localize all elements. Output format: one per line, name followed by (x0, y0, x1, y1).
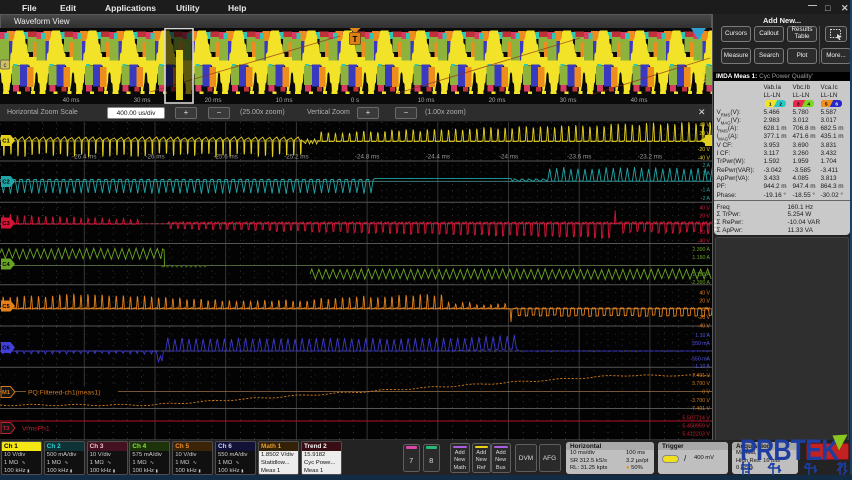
svg-text:10 ms: 10 ms (276, 97, 293, 104)
svg-text:-3.700 V: -3.700 V (690, 398, 710, 404)
svg-text:T3: T3 (3, 426, 11, 432)
svg-text:C1: C1 (2, 139, 10, 145)
svg-text:5.507714 V: 5.507714 V (682, 416, 710, 422)
svg-text:40 ms: 40 ms (63, 97, 80, 104)
svg-text:-1.150 A: -1.150 A (691, 272, 711, 278)
svg-text:4: 4 (807, 102, 810, 107)
svg-text:-1 A: -1 A (701, 188, 711, 194)
svg-text:30 ms: 30 ms (560, 97, 577, 104)
svg-text:-10: -10 (703, 71, 710, 77)
svg-text:3: 3 (796, 102, 799, 107)
svg-text:-40 V: -40 V (698, 238, 711, 244)
svg-text:-550 mA: -550 mA (690, 357, 710, 363)
svg-text:20 V: 20 V (699, 299, 710, 305)
svg-text:5: 5 (824, 102, 827, 107)
svg-text:C3: C3 (2, 221, 10, 227)
svg-text:20 ms: 20 ms (205, 97, 222, 104)
svg-text:c: c (4, 63, 7, 69)
svg-text:-20 V: -20 V (698, 147, 711, 153)
svg-text:-26 ms: -26 ms (145, 154, 164, 161)
svg-text:6: 6 (835, 102, 838, 107)
svg-text:-23.6 ms: -23.6 ms (567, 154, 592, 161)
svg-text:40 ms: 40 ms (631, 97, 648, 104)
svg-text:C5: C5 (2, 304, 10, 310)
svg-text:5.412203 V: 5.412203 V (682, 432, 710, 438)
svg-text:550 mA: 550 mA (692, 341, 710, 347)
svg-text:20 ms: 20 ms (489, 97, 506, 104)
svg-text:C4: C4 (2, 262, 10, 268)
svg-text:-25.6 ms: -25.6 ms (213, 154, 238, 161)
svg-text:7.401 V: 7.401 V (692, 373, 710, 379)
svg-text:PQ:Filtered-ch1(meas1): PQ:Filtered-ch1(meas1) (28, 389, 101, 396)
svg-text:-20 V: -20 V (698, 315, 711, 321)
svg-text:1: 1 (768, 102, 771, 107)
svg-text:C6: C6 (2, 346, 10, 352)
svg-text:-20 V: -20 V (698, 230, 711, 236)
svg-text:-40 V: -40 V (698, 323, 711, 329)
svg-text:3.700 V: 3.700 V (692, 381, 710, 387)
svg-text:2.300 A: 2.300 A (692, 247, 710, 253)
svg-text:0 V: 0 V (702, 222, 710, 228)
svg-text:-7.401 V: -7.401 V (690, 406, 710, 412)
svg-text:1 A: 1 A (703, 171, 711, 177)
svg-text:VrmsPh1: VrmsPh1 (22, 426, 50, 433)
svg-text:2: 2 (779, 102, 782, 107)
svg-text:-1.10 A: -1.10 A (694, 364, 711, 370)
svg-text:0 V: 0 V (702, 390, 710, 396)
svg-text:-2 A: -2 A (701, 196, 711, 202)
svg-text:2 A: 2 A (703, 163, 711, 169)
svg-text:20 V: 20 V (699, 214, 710, 220)
svg-text:1.150 A: 1.150 A (692, 255, 710, 261)
svg-text:-40 V: -40 V (698, 156, 711, 162)
svg-text:T: T (353, 35, 358, 44)
svg-text:1.10 A: 1.10 A (695, 333, 710, 339)
svg-text:-25.2 ms: -25.2 ms (284, 154, 309, 161)
svg-text:-2.300 A: -2.300 A (691, 280, 711, 286)
svg-text:-24.8 ms: -24.8 ms (355, 154, 380, 161)
svg-text:10 ms: 10 ms (418, 97, 435, 104)
svg-text:0 s: 0 s (351, 97, 359, 104)
svg-text:40 V: 40 V (699, 123, 710, 129)
svg-text:-23.2 ms: -23.2 ms (638, 154, 663, 161)
svg-text:-20: -20 (703, 78, 710, 84)
svg-text:-24 ms: -24 ms (499, 154, 518, 161)
svg-text:M1: M1 (2, 390, 11, 396)
svg-text:-24.4 ms: -24.4 ms (426, 154, 451, 161)
svg-text:-26.4 ms: -26.4 ms (72, 154, 97, 161)
svg-text:30 ms: 30 ms (134, 97, 151, 104)
svg-text:5.459959 V: 5.459959 V (682, 424, 710, 430)
svg-text:C2: C2 (2, 180, 9, 186)
svg-text:0 V: 0 V (702, 307, 710, 313)
svg-text:40 V: 40 V (699, 205, 710, 211)
svg-text:40 V: 40 V (699, 290, 710, 296)
